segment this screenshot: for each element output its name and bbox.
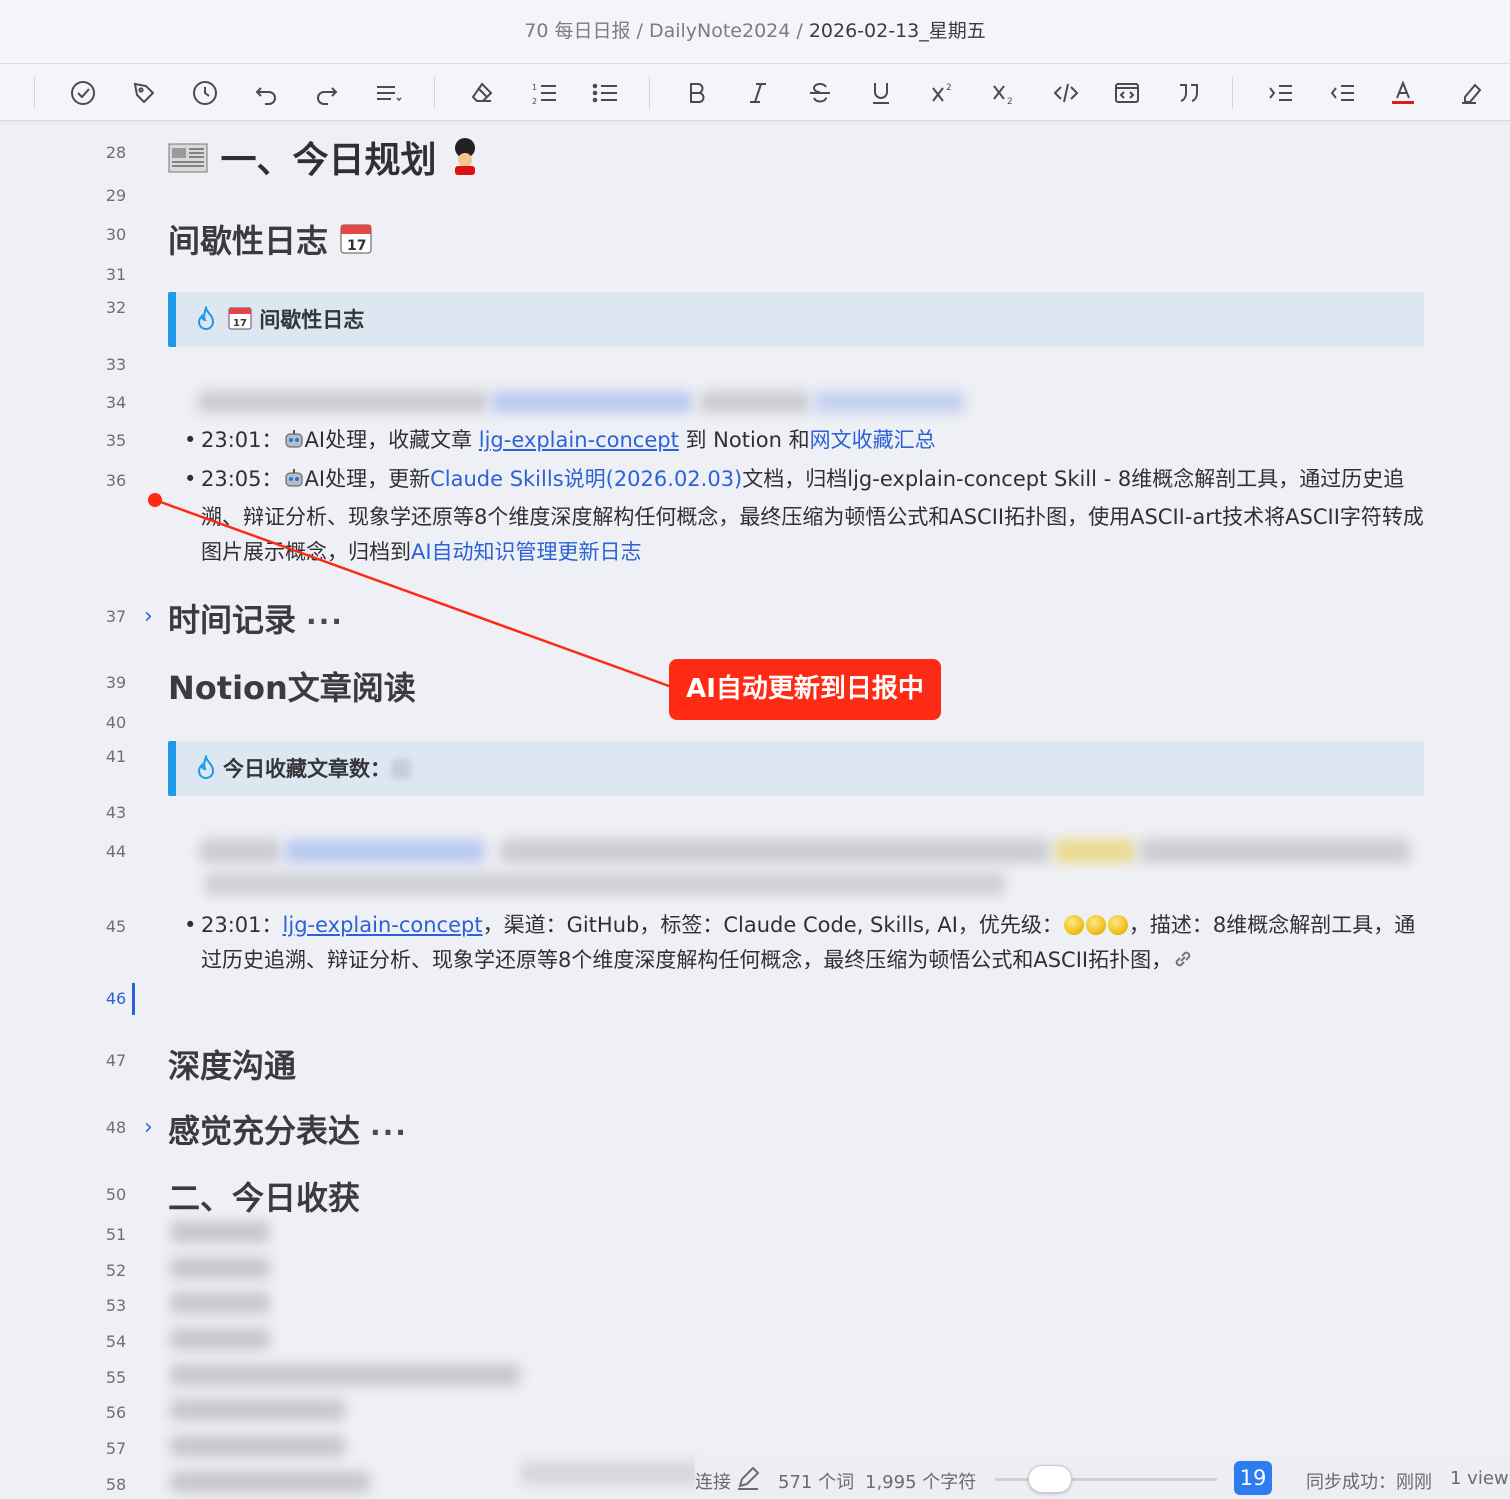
status-bar: 连接 571 个词 1,995 个字符 19 同步成功：刚刚 1 view (695, 1455, 1510, 1499)
status-fragment: 连接 (695, 1472, 731, 1493)
annotation-label: AI自动更新到日报中 (669, 659, 941, 720)
zoom-slider-thumb[interactable] (1028, 1465, 1072, 1493)
char-count: 1,995 个字符 (865, 1472, 977, 1493)
annotation-dot (148, 493, 162, 507)
annotation-arrow (148, 493, 681, 692)
count-badge[interactable]: 19 (1234, 1461, 1272, 1495)
word-count: 571 个词 (778, 1472, 855, 1493)
sync-status: 同步成功：刚刚 (1306, 1472, 1432, 1493)
view-count: 1 view (1450, 1468, 1509, 1489)
edit-pencil-icon[interactable] (735, 1465, 761, 1496)
annotation-line (154, 498, 681, 692)
